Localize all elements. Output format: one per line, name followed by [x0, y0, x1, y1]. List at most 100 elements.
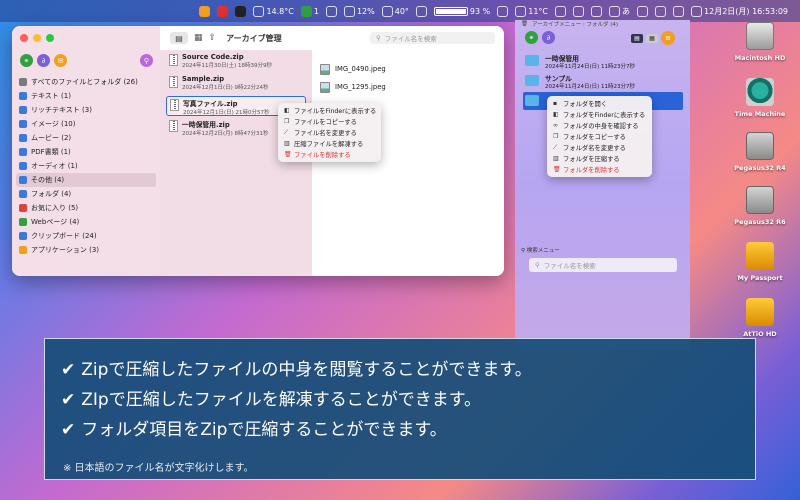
sidebar-item[interactable]: フォルダ (4)	[16, 187, 156, 201]
desktop-drive-icon[interactable]: Pegasus32 R4	[730, 132, 790, 172]
sidebar-item[interactable]: その他 (4)	[16, 173, 156, 187]
input-icon	[609, 5, 621, 17]
context-menu-item[interactable]: ⟋ フォルダ名を変更する	[547, 142, 652, 153]
sidebar-item[interactable]: アプリケーション (3)	[16, 243, 156, 257]
menubar-item[interactable]: 14.8°C	[253, 5, 294, 17]
image-row[interactable]: IMG_1295.jpeg	[320, 78, 504, 96]
link-icon[interactable]: ⚭	[525, 31, 538, 44]
menubar-item[interactable]	[325, 5, 337, 17]
category-icon	[19, 106, 27, 114]
folder-context-menu: ▪ フォルダを開く ◧ フォルダをFinderに表示する ∞ フォルダの中身を確認する ❐ フ…	[547, 96, 652, 177]
context-menu-item[interactable]: ❐ フォルダをコピーする	[547, 131, 652, 142]
list-view-button[interactable]: ▤	[631, 33, 643, 43]
desktop-drive-icon[interactable]: Time Machine	[730, 78, 790, 118]
sidebar-item[interactable]: すべてのファイルとフォルダ (26)	[16, 75, 156, 89]
menubar-item[interactable]	[555, 5, 567, 17]
context-menu-item[interactable]: 🗑 フォルダを削除する	[547, 164, 652, 175]
desktop-drive-icon[interactable]: Pegasus32 R6	[730, 186, 790, 226]
context-menu-item[interactable]: ❐ ファイルをコピーする	[278, 116, 381, 127]
window-title: アーカイブ管理	[226, 33, 282, 43]
menubar-item[interactable]	[673, 5, 685, 17]
menubar-item[interactable]	[497, 5, 509, 17]
sidebar-item[interactable]: お気に入り (5)	[16, 201, 156, 215]
grid-view-icon[interactable]: ▦	[194, 33, 203, 43]
caption-text: ZIpで圧縮したファイルを解凍することができます。	[81, 390, 481, 410]
grid-view-button[interactable]: ▦	[646, 33, 658, 43]
folder-row[interactable]: サンプル 2024年11月24日(日) 11時23分7秒	[523, 72, 683, 90]
menubar-item[interactable]	[637, 5, 649, 17]
panel-search-input[interactable]: ⚲ ファイル名を検索	[529, 258, 677, 272]
sidebar-item[interactable]: オーディオ (1)	[16, 159, 156, 173]
context-menu-item[interactable]: ◧ ファイルをFinderに表示する	[278, 105, 381, 116]
sidebar-search-button[interactable]: ⚲	[140, 54, 153, 67]
zoom-window-button[interactable]	[46, 34, 54, 42]
menubar-item[interactable]: 93 %	[433, 6, 491, 16]
dropbox-icon	[555, 5, 567, 17]
sidebar-item-label: PDF書類 (1)	[31, 148, 71, 156]
context-menu-item[interactable]: ◧ フォルダをFinderに表示する	[547, 109, 652, 120]
sidebar-item[interactable]: イメージ (10)	[16, 117, 156, 131]
context-menu-item[interactable]: ⟋ ファイル名を変更する	[278, 127, 381, 138]
sidebar-item[interactable]: リッチテキスト (3)	[16, 103, 156, 117]
context-menu-label: ファイルを削除する	[294, 152, 351, 159]
toolbar: ▤ ▦ ⇪ アーカイブ管理 ⚲ ファイル名を検索	[160, 26, 504, 50]
window-controls	[20, 34, 54, 42]
context-menu-item[interactable]: ▪ フォルダを開く	[547, 98, 652, 109]
share-icon[interactable]: ⇪	[209, 33, 217, 43]
image-file-icon	[320, 63, 330, 75]
sidebar-item[interactable]: Webページ (4)	[16, 215, 156, 229]
file-name: Sample.zip	[182, 75, 225, 83]
zip-file-icon	[169, 120, 178, 132]
sidebar-item[interactable]: クリップボード (24)	[16, 229, 156, 243]
clip-icon[interactable]: ∂	[542, 31, 555, 44]
link-icon[interactable]: ⚭	[20, 54, 33, 67]
glasses-icon: ∞	[553, 121, 558, 129]
menubar-item[interactable]	[235, 5, 247, 17]
menu-icon[interactable]: ≡	[661, 31, 675, 45]
menubar-item[interactable]	[573, 5, 585, 17]
search-menu-title-label: 検索メニュー	[526, 248, 560, 254]
menubar-item[interactable]	[199, 5, 211, 17]
menubar-item[interactable]	[217, 5, 229, 17]
file-row[interactable]: Source Code.zip 2024年11月30日(土) 18時39分9秒	[166, 52, 306, 72]
panel-view-buttons: ▤ ▦ ≡	[631, 31, 675, 45]
context-menu-item[interactable]: ▥ フォルダを圧縮する	[547, 153, 652, 164]
clip-icon[interactable]: ∂	[37, 54, 50, 67]
menubar-item[interactable]: 1	[300, 5, 319, 17]
search-input[interactable]: ⚲ ファイル名を検索	[370, 32, 495, 44]
menubar-item[interactable]: 11°C	[515, 5, 548, 17]
archive-icon: ▥	[553, 154, 559, 162]
pencil-icon: ⟋	[553, 143, 558, 151]
context-menu-label: フォルダを削除する	[563, 167, 620, 174]
archive-icon: ▥	[284, 139, 290, 147]
image-name: IMG_1295.jpeg	[335, 83, 386, 91]
sidebar-item[interactable]: ムービー (2)	[16, 131, 156, 145]
drive-icon	[746, 298, 774, 326]
file-row[interactable]: Sample.zip 2024年12月1日(日) 9時22分24秒	[166, 74, 306, 94]
desktop-drive-icon[interactable]: My Passport	[730, 242, 790, 282]
sidebar-item[interactable]: PDF書類 (1)	[16, 145, 156, 159]
cpu-icon	[343, 5, 355, 17]
menubar-item[interactable]: 12%	[343, 5, 375, 17]
sidebar-item[interactable]: テキスト (1)	[16, 89, 156, 103]
desktop-drive-icon[interactable]: AtTiO HD	[730, 298, 790, 338]
menubar-item[interactable]	[591, 5, 603, 17]
menubar-item[interactable]: 40°	[381, 5, 409, 17]
minimize-window-button[interactable]	[33, 34, 41, 42]
context-menu-item[interactable]: 🗑 ファイルを削除する	[278, 149, 381, 160]
desktop-drive-icon[interactable]: Macintosh HD	[730, 22, 790, 62]
archive-menu-panel: 🗑 アーカイブメニュー : フォルダ (4) ⚭ ∂ ▤ ▦ ≡ 一時保管用 20…	[515, 20, 690, 350]
menubar-item[interactable]: 12月2日(月) 16:53:09	[691, 5, 788, 17]
folder-row[interactable]: 一時保管用 2024年11月24日(日) 11時23分7秒	[523, 52, 683, 70]
clock-icon	[691, 5, 703, 17]
image-row[interactable]: IMG_0490.jpeg	[320, 60, 504, 78]
close-window-button[interactable]	[20, 34, 28, 42]
menubar-item[interactable]	[415, 5, 427, 17]
menubar-item[interactable]	[655, 5, 667, 17]
menubar-item-label: 93 %	[469, 6, 491, 16]
sidebar-toggle-button[interactable]: ▤	[170, 32, 188, 44]
mail-icon[interactable]: ✉	[54, 54, 67, 67]
context-menu-item[interactable]: ▥ 圧縮ファイルを解凍する	[278, 138, 381, 149]
context-menu-item[interactable]: ∞ フォルダの中身を確認する	[547, 120, 652, 131]
menubar-item[interactable]: あ	[609, 5, 630, 17]
